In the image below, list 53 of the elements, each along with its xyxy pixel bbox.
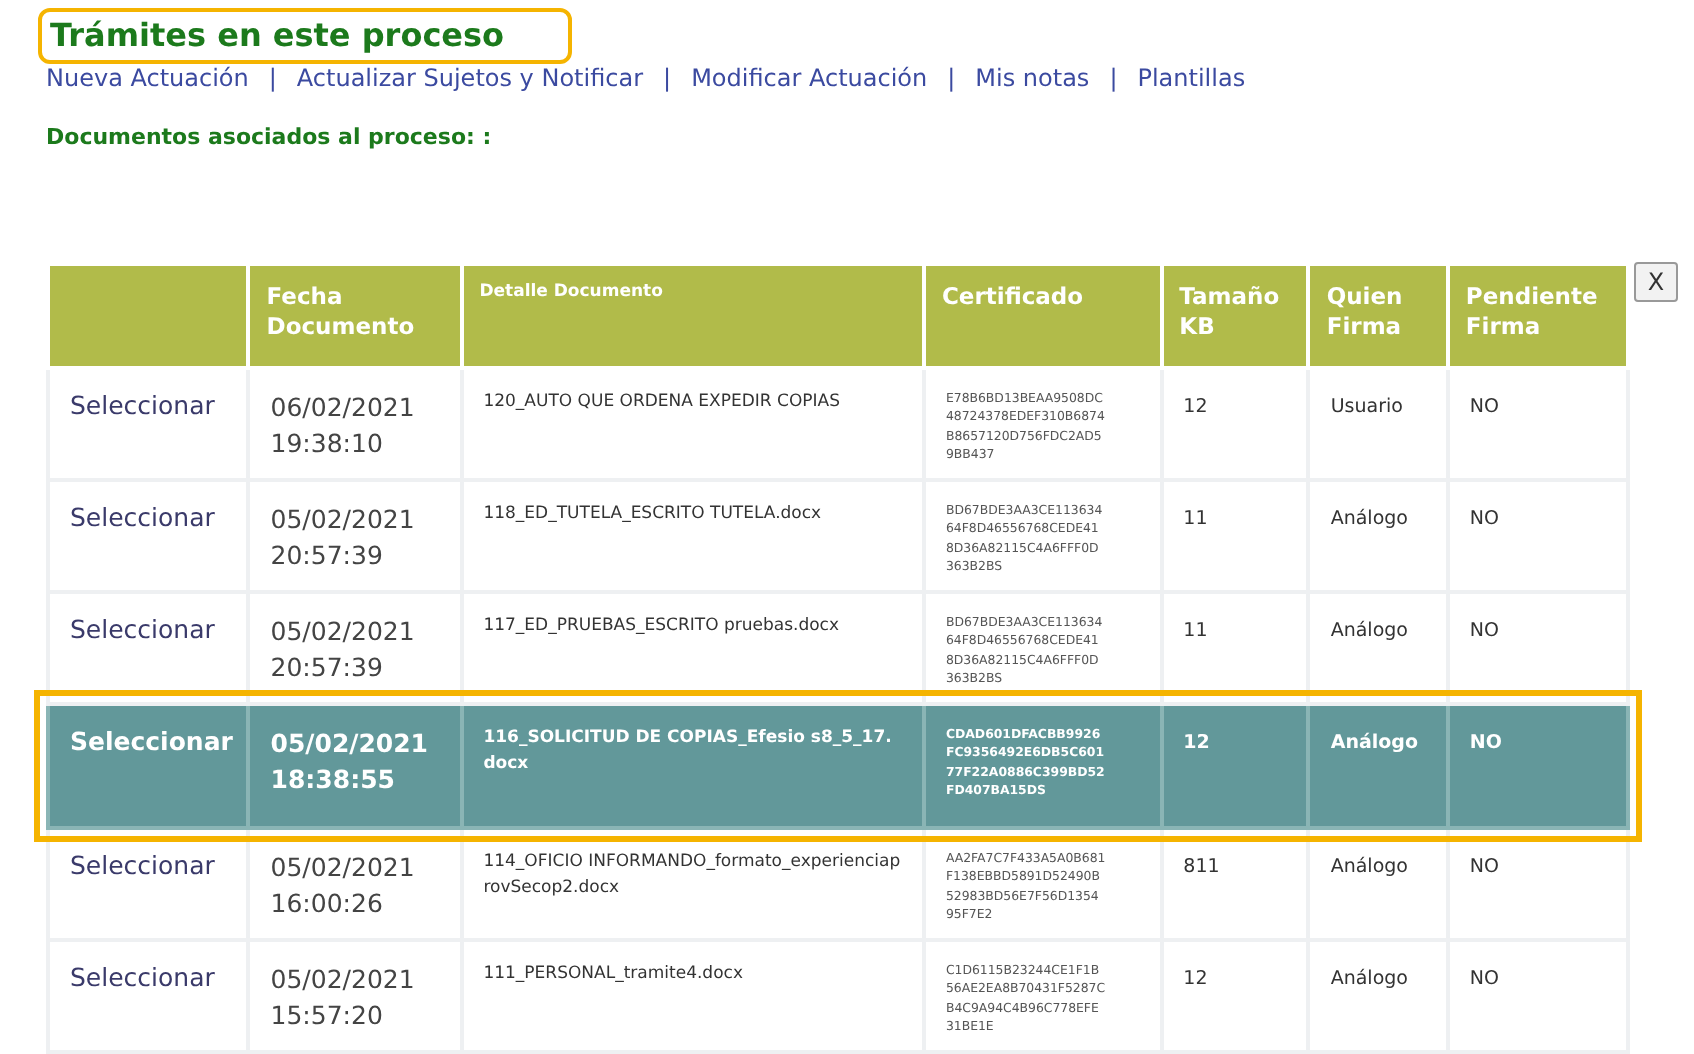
size-text: 11 <box>1183 508 1208 530</box>
nav-link[interactable]: Nueva Actuación <box>46 64 249 92</box>
document-name: 114_OFICIO INFORMANDO_formato_experienciaprovSecop2.docx <box>483 850 902 901</box>
pending-text: NO <box>1469 396 1500 418</box>
date-text: 05/02/2021 15:57:20 <box>270 962 417 1032</box>
date-text: 05/02/2021 20:57:39 <box>270 502 417 572</box>
document-name: 116_SOLICITUD DE COPIAS_Efesio s8_5_17.docx <box>483 726 894 777</box>
document-name: 117_ED_PRUEBAS_ESCRITO pruebas.docx <box>483 614 841 640</box>
date-text: 05/02/2021 18:38:55 <box>270 726 430 796</box>
signer-text: Análogo <box>1330 620 1408 642</box>
signer-text: Análogo <box>1330 856 1408 878</box>
document-name: 111_PERSONAL_tramite4.docx <box>483 962 745 988</box>
size-text: 11 <box>1183 620 1208 642</box>
column-header: Pendiente Firma <box>1447 264 1628 368</box>
size-text: 811 <box>1183 856 1220 878</box>
size-text: 12 <box>1183 968 1208 990</box>
size-text: 12 <box>1183 732 1210 754</box>
date-text: 06/02/2021 19:38:10 <box>270 390 417 460</box>
column-header: Fecha Documento <box>248 264 462 368</box>
signer-text: Usuario <box>1330 396 1403 418</box>
link-separator: | <box>268 64 277 92</box>
nav-link[interactable]: Modificar Actuación <box>691 64 928 92</box>
column-header: Certificado <box>923 264 1162 368</box>
select-link[interactable]: Seleccionar <box>70 390 215 420</box>
date-text: 05/02/2021 16:00:26 <box>270 850 417 920</box>
signer-text: Análogo <box>1330 508 1408 530</box>
document-name: 120_AUTO QUE ORDENA EXPEDIR COPIAS <box>483 390 842 416</box>
select-link[interactable]: Seleccionar <box>70 962 215 992</box>
date-text: 05/02/2021 20:57:39 <box>270 614 417 684</box>
section-title: Trámites en este proceso <box>38 8 573 64</box>
pending-text: NO <box>1469 508 1500 530</box>
link-separator: | <box>947 64 956 92</box>
pending-text: NO <box>1469 620 1500 642</box>
size-text: 12 <box>1183 396 1208 418</box>
signer-text: Análogo <box>1330 968 1408 990</box>
select-link[interactable]: Seleccionar <box>70 614 215 644</box>
nav-link[interactable]: Plantillas <box>1137 64 1246 92</box>
column-header: Quien Firma <box>1308 264 1448 368</box>
nav-link[interactable]: Actualizar Sujetos y Notificar <box>296 64 644 92</box>
select-link[interactable]: Seleccionar <box>70 502 215 532</box>
link-separator: | <box>1109 64 1118 92</box>
document-name: 118_ED_TUTELA_ESCRITO TUTELA.docx <box>483 502 824 528</box>
pending-text: NO <box>1469 968 1500 990</box>
section-label: Documentos asociados al proceso: : <box>46 124 494 150</box>
nav-link[interactable]: Mis notas <box>975 64 1090 92</box>
close-button[interactable]: X <box>1634 262 1678 302</box>
pending-text: NO <box>1469 856 1500 878</box>
select-link[interactable]: Seleccionar <box>70 850 215 880</box>
pending-text: NO <box>1469 732 1502 754</box>
column-header: Detalle Documento <box>461 264 924 368</box>
signer-text: Análogo <box>1330 732 1418 754</box>
column-header: Tamaño KB <box>1161 264 1309 368</box>
link-separator: | <box>663 64 672 92</box>
